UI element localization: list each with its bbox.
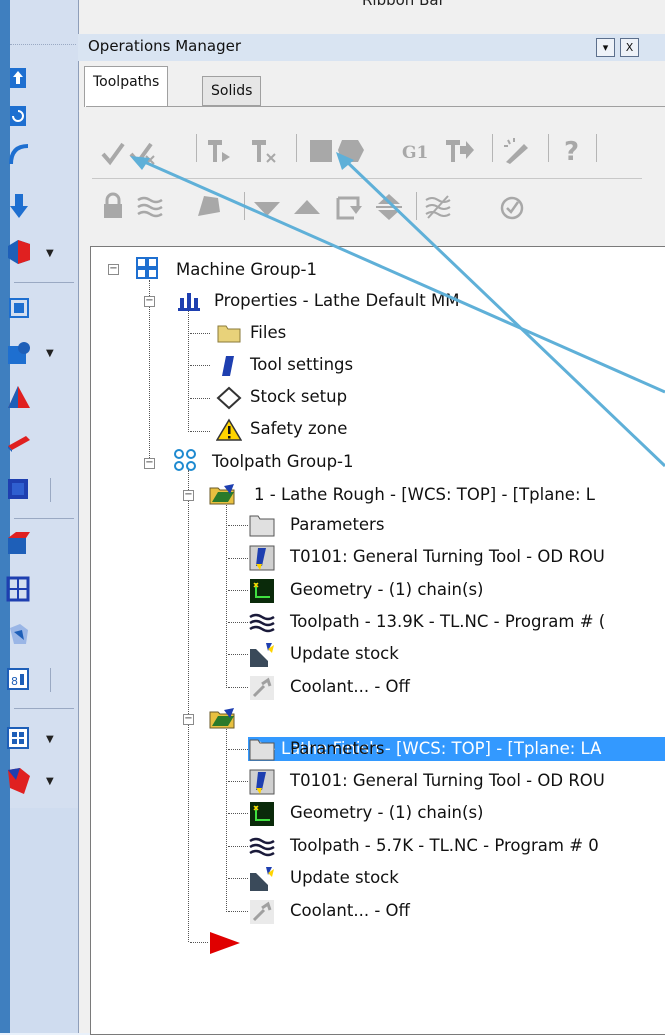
annotation-arrows [130, 152, 665, 468]
